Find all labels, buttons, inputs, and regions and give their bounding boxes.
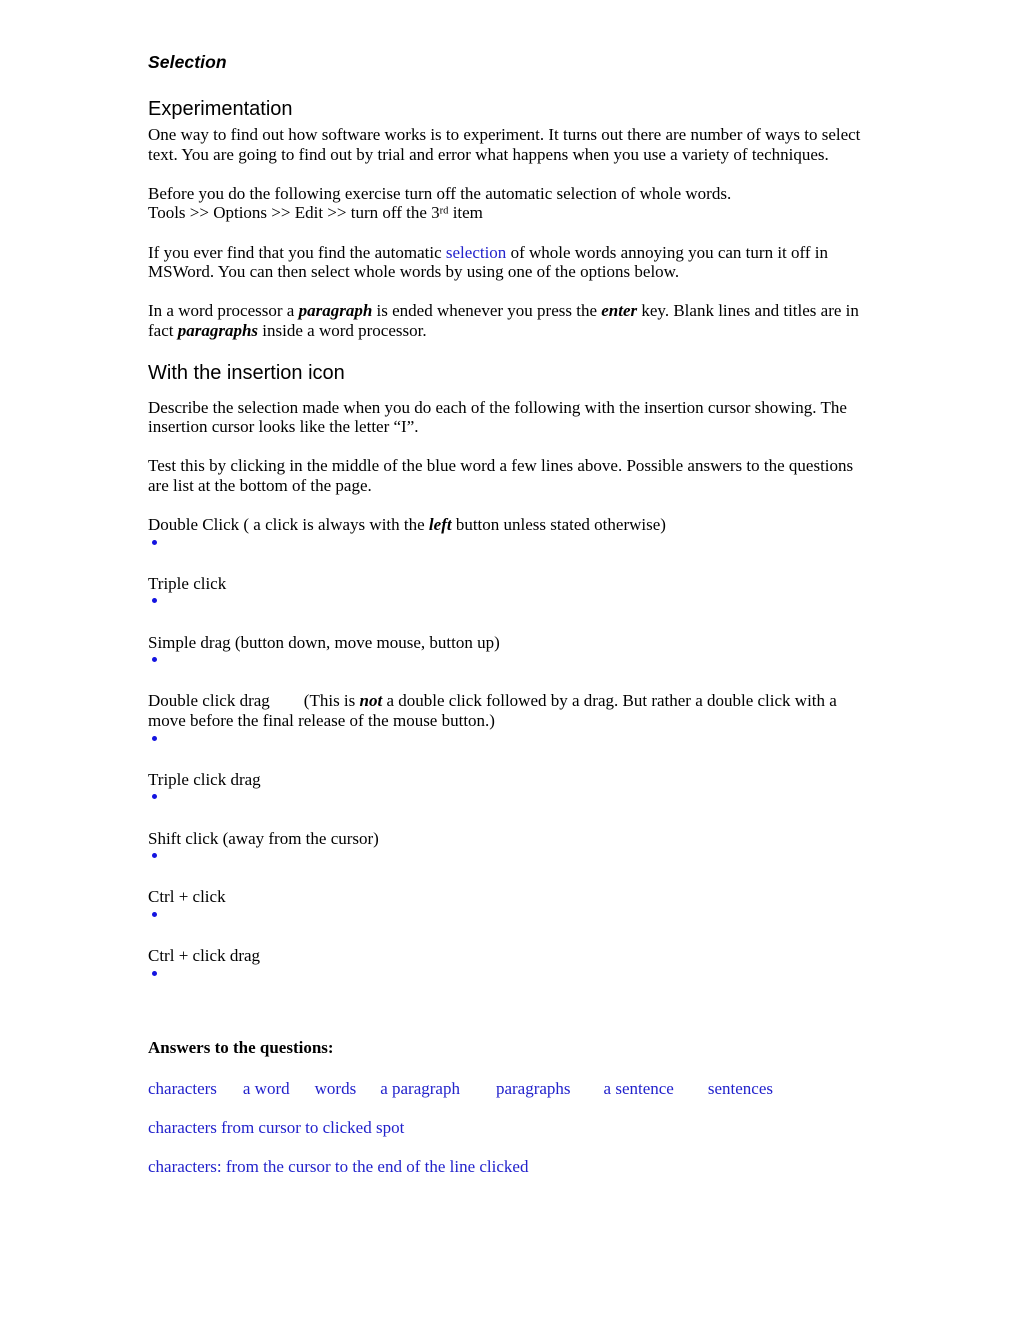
question-label-ctrl-click: Ctrl + click [148,887,226,907]
question-label-ctrl-click-drag: Ctrl + click drag [148,946,261,966]
paragraph-menu-path: Tools >> Options >> Edit >> turn off the… [148,203,870,223]
menu-path-tail: item [448,203,483,223]
page-title: Selection [148,52,227,72]
question-label-shift-click: Shift click (away from the cursor) [148,828,379,848]
emphasis-paragraph: paragraph [298,301,373,321]
answer-option-cursor-to-end-of-line[interactable]: characters: from the cursor to the end o… [148,1157,870,1177]
question-label-double-click: Double Click ( a click is always with th… [148,515,870,535]
answer-option-cursor-to-clicked-spot[interactable]: characters from cursor to clicked spot [148,1118,870,1138]
text-fragment: is ended whenever you press the [372,301,602,321]
answer-bullet-ctrl-click-drag[interactable] [148,966,870,986]
question-label-simple-drag: Simple drag (button down, move mouse, bu… [148,632,500,652]
answers-word-row: characters a word words a paragraph paragrap… [148,1079,870,1099]
inline-link-selection[interactable]: selection [446,243,506,262]
bullet-icon [152,598,157,604]
heading-experimentation: Experimentation [148,98,293,120]
answer-bullet-triple-click-drag[interactable] [148,789,870,809]
paragraph-automatic-selection: If you ever find that you find the autom… [148,243,870,282]
question-label-triple-click-drag: Triple click drag [148,769,261,789]
bullet-icon [152,970,157,976]
answer-option-paragraphs[interactable]: paragraphs [496,1079,571,1098]
text-fragment: In a word processor a [148,301,299,321]
paragraph-turn-off-instruction: Before you do the following exercise tur… [148,183,732,203]
answer-bullet-triple-click[interactable] [148,593,870,613]
text-fragment: button unless stated otherwise) [451,515,666,535]
answer-bullet-shift-click[interactable] [148,848,870,868]
text-fragment: If you ever find that you find the autom… [148,242,446,262]
text-fragment: Double click drag [148,691,270,711]
document-page: Selection Experimentation One way to fin… [0,0,1020,1320]
bullet-icon [152,794,157,800]
bullet-icon [152,657,157,663]
text-fragment: Double Click ( a click is always with th… [148,515,429,535]
emphasis-paragraphs: paragraphs [177,320,259,340]
answer-bullet-double-click-drag[interactable] [148,731,870,751]
text-fragment: inside a word processor. [258,320,427,340]
emphasis-not: not [359,691,383,711]
text-fragment: (This is [303,691,360,711]
bullet-icon [152,853,157,859]
answer-option-a-word[interactable]: a word [243,1079,290,1098]
bullet-icon [152,735,157,741]
bullet-icon [152,911,157,917]
paragraph-test-this: Test this by clicking in the middle of t… [148,456,854,495]
answer-option-a-paragraph[interactable]: a paragraph [380,1079,460,1098]
answer-bullet-simple-drag[interactable] [148,652,870,672]
document-body: Selection Experimentation One way to fin… [148,52,870,1177]
emphasis-left: left [428,515,452,535]
question-label-triple-click: Triple click [148,573,227,593]
answer-option-sentences[interactable]: sentences [708,1079,773,1098]
heading-with-the-insertion-icon: With the insertion icon [148,361,345,384]
heading-answers: Answers to the questions: [148,1037,334,1057]
answer-option-characters[interactable]: characters [148,1079,217,1098]
answer-bullet-double-click[interactable] [148,535,870,555]
emphasis-enter: enter [601,301,638,321]
answer-bullet-ctrl-click[interactable] [148,907,870,927]
paragraph-experiment-intro: One way to find out how software works i… [148,125,861,164]
bullet-icon [152,539,157,545]
paragraph-paragraph-definition: In a word processor a paragraph is ended… [148,301,870,340]
answer-option-a-sentence[interactable]: a sentence [604,1079,674,1098]
paragraph-describe-selection: Describe the selection made when you do … [148,397,847,437]
question-label-double-click-drag: Double click drag (This is not a double c… [148,691,870,730]
answer-option-words[interactable]: words [315,1079,357,1098]
menu-path-text: Tools >> Options >> Edit >> turn off the… [148,203,440,223]
